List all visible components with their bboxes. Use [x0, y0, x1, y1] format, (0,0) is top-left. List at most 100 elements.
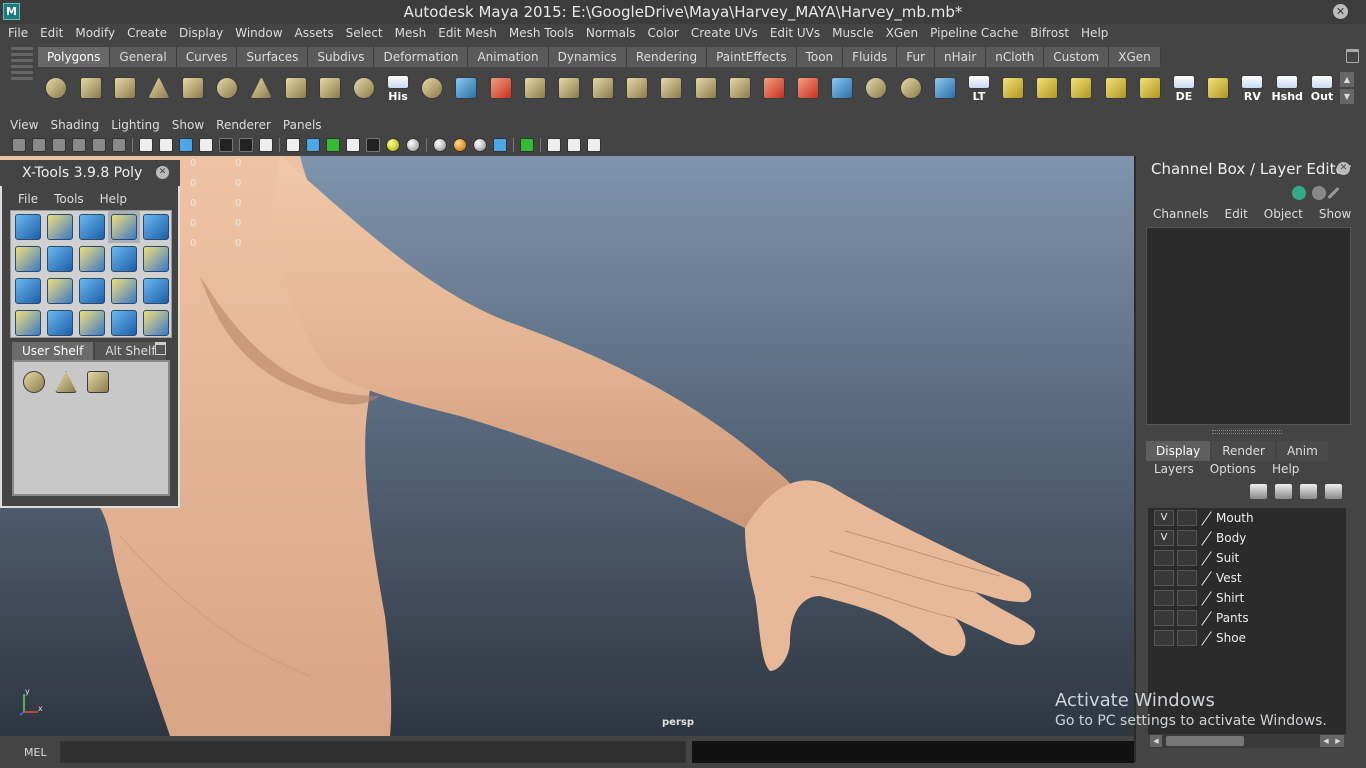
- shelf-tab-nhair[interactable]: nHair: [935, 47, 987, 67]
- cube-icon[interactable]: [12, 307, 44, 339]
- poly-cube-icon[interactable]: [76, 73, 105, 103]
- uv-cut-icon[interactable]: [1067, 73, 1096, 103]
- panel-menu-panels[interactable]: Panels: [277, 118, 328, 132]
- use-all-lights-icon[interactable]: [366, 138, 380, 152]
- uv-grid-icon[interactable]: [1204, 73, 1233, 103]
- uv-layout-icon[interactable]: [999, 73, 1028, 103]
- hshd-icon[interactable]: Hshd: [1271, 73, 1303, 103]
- shadows-icon[interactable]: [386, 138, 400, 152]
- menu-help[interactable]: Help: [1075, 26, 1114, 40]
- menu-color[interactable]: Color: [642, 26, 685, 40]
- pinch-icon[interactable]: [12, 275, 44, 307]
- mel-language-toggle[interactable]: MEL: [24, 746, 47, 759]
- layer-row[interactable]: Shoe: [1148, 628, 1346, 648]
- shelf-tab-curves[interactable]: Curves: [176, 47, 238, 67]
- camera-attributes-icon[interactable]: [32, 138, 46, 152]
- menu-edit[interactable]: Edit: [34, 26, 69, 40]
- motion-blur-icon[interactable]: [453, 138, 467, 152]
- panel-menu-shading[interactable]: Shading: [44, 118, 105, 132]
- tool-icon[interactable]: [140, 275, 172, 307]
- smooth-icon[interactable]: [520, 73, 549, 103]
- new-empty-layer-icon[interactable]: [1300, 484, 1317, 499]
- menu-create[interactable]: Create: [121, 26, 173, 40]
- resolution-gate-icon[interactable]: [179, 138, 193, 152]
- shelf-tab-general[interactable]: General: [110, 47, 177, 67]
- rv-icon[interactable]: RV: [1238, 73, 1267, 103]
- channel-menu-edit[interactable]: Edit: [1217, 207, 1256, 223]
- menu-edit-uvs[interactable]: Edit UVs: [764, 26, 826, 40]
- layer-menu-options[interactable]: Options: [1202, 462, 1264, 478]
- select-camera-icon[interactable]: [12, 138, 26, 152]
- merge-icon[interactable]: [12, 211, 44, 243]
- separate-icon[interactable]: [452, 73, 481, 103]
- grid-icon[interactable]: [139, 138, 153, 152]
- safe-action-icon[interactable]: [239, 138, 253, 152]
- menu-mesh[interactable]: Mesh: [389, 26, 433, 40]
- uv-sew-icon[interactable]: [1101, 73, 1130, 103]
- grease-pencil-icon[interactable]: [112, 138, 126, 152]
- xray-joints-icon[interactable]: [567, 138, 581, 152]
- shelf-tab-polygons[interactable]: Polygons: [38, 47, 111, 67]
- align-icon[interactable]: [76, 307, 108, 339]
- layer-visibility-toggle[interactable]: [1154, 570, 1174, 586]
- poly-helix-icon[interactable]: [315, 73, 344, 103]
- layer-color-swatch[interactable]: [1200, 630, 1214, 646]
- layer-row[interactable]: V Mouth: [1148, 508, 1346, 528]
- shelf-tab-toon[interactable]: Toon: [796, 47, 844, 67]
- layer-tab-display[interactable]: Display: [1146, 441, 1211, 461]
- plane-icon[interactable]: [82, 366, 114, 398]
- anti-aliasing-icon[interactable]: [473, 138, 487, 152]
- panel-menu-renderer[interactable]: Renderer: [210, 118, 277, 132]
- uv-unfold-icon[interactable]: [1033, 73, 1062, 103]
- layer-color-swatch[interactable]: [1200, 550, 1214, 566]
- shelf-tab-fluids[interactable]: Fluids: [843, 47, 898, 67]
- combine-icon[interactable]: [418, 73, 447, 103]
- xray-components-icon[interactable]: [587, 138, 601, 152]
- spike-icon[interactable]: [140, 243, 172, 275]
- extrude-icon[interactable]: [555, 73, 584, 103]
- image-plane-icon[interactable]: [72, 138, 86, 152]
- layer-list-scrollbar[interactable]: ◀ ◀ ▶: [1150, 734, 1344, 748]
- lift-icon[interactable]: [140, 211, 172, 243]
- shelf-tab-surfaces[interactable]: Surfaces: [237, 47, 309, 67]
- move-layer-up-icon[interactable]: [1250, 484, 1267, 499]
- layer-visibility-toggle[interactable]: V: [1154, 530, 1174, 546]
- high-quality-icon[interactable]: [406, 138, 420, 152]
- fill-icon[interactable]: [44, 307, 76, 339]
- xtools-trash-icon[interactable]: [155, 342, 166, 355]
- history-icon[interactable]: His: [384, 73, 413, 103]
- bevel-icon[interactable]: [108, 243, 140, 275]
- channel-box-close-icon[interactable]: ✕: [1337, 162, 1350, 175]
- shelf-trash-icon[interactable]: [1346, 49, 1359, 63]
- depth-of-field-icon[interactable]: [493, 138, 507, 152]
- poly-torus-icon[interactable]: [213, 73, 242, 103]
- channel-box-toggle-icon[interactable]: [1312, 186, 1326, 200]
- xtools-tab-user-shelf[interactable]: User Shelf: [12, 342, 94, 360]
- shelf-tab-ncloth[interactable]: nCloth: [986, 47, 1045, 67]
- xtools-menu-tools[interactable]: Tools: [46, 192, 92, 206]
- menu-modify[interactable]: Modify: [69, 26, 121, 40]
- textured-icon[interactable]: [346, 138, 360, 152]
- select-icon[interactable]: [108, 211, 140, 243]
- layer-color-swatch[interactable]: [1200, 610, 1214, 626]
- layer-tab-render[interactable]: Render: [1212, 441, 1275, 461]
- isolate-select-icon[interactable]: [520, 138, 534, 152]
- layer-menu-layers[interactable]: Layers: [1146, 462, 1202, 478]
- sculpt-icon[interactable]: [760, 73, 789, 103]
- extract-icon[interactable]: [486, 73, 515, 103]
- channel-menu-channels[interactable]: Channels: [1145, 207, 1217, 223]
- layer-display-type-toggle[interactable]: [1177, 510, 1197, 526]
- out-icon[interactable]: Out: [1308, 73, 1337, 103]
- append-icon[interactable]: [623, 73, 652, 103]
- shelf-scroll-down-icon[interactable]: ▼: [1340, 89, 1354, 104]
- poly-cone-icon[interactable]: [145, 73, 174, 103]
- channel-menu-object[interactable]: Object: [1256, 207, 1311, 223]
- close-window-icon[interactable]: ✕: [1333, 4, 1348, 19]
- poly-soccer-ball-icon[interactable]: [350, 73, 379, 103]
- layer-visibility-toggle[interactable]: [1154, 630, 1174, 646]
- slide-icon[interactable]: [76, 211, 108, 243]
- layer-row[interactable]: Pants: [1148, 608, 1346, 628]
- menu-muscle[interactable]: Muscle: [826, 26, 880, 40]
- de-icon[interactable]: DE: [1170, 73, 1199, 103]
- shelf-tab-rendering[interactable]: Rendering: [626, 47, 708, 67]
